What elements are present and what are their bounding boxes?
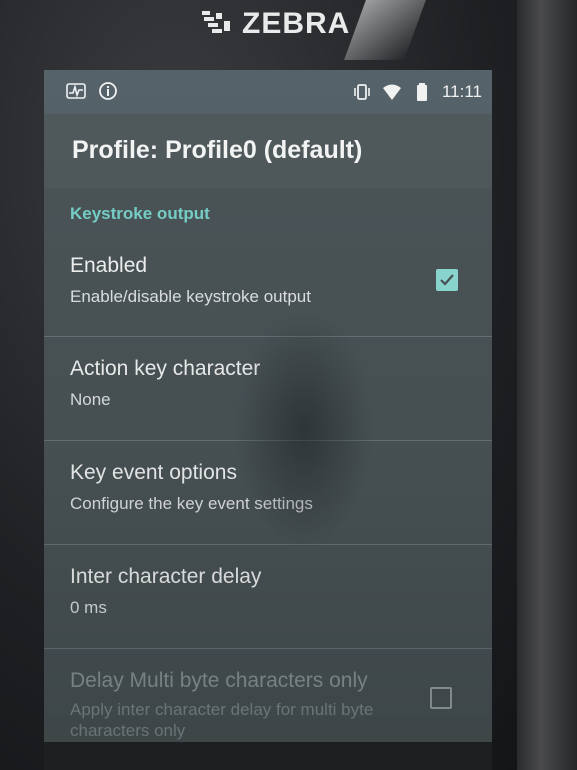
battery-icon bbox=[416, 83, 427, 101]
pulse-icon bbox=[66, 83, 86, 99]
brand-name: ZEBRA bbox=[242, 7, 351, 40]
action-bar: Profile: Profile0 (default) bbox=[44, 114, 492, 188]
category-label: Keystroke output bbox=[70, 204, 210, 223]
category-header: Keystroke output bbox=[44, 188, 492, 234]
pref-title: Key event options bbox=[70, 461, 237, 484]
device-bezel bbox=[517, 0, 577, 770]
pref-summary: Apply inter character delay for multi by… bbox=[70, 700, 374, 740]
status-bar: 11:11 bbox=[44, 70, 492, 114]
pref-title: Enabled bbox=[70, 254, 148, 277]
pref-title: Action key character bbox=[70, 357, 261, 380]
pref-delay-multibyte: Delay Multi byte characters only Apply i… bbox=[44, 649, 492, 742]
pref-key-event-options[interactable]: Key event options Configure the key even… bbox=[44, 441, 492, 545]
pref-inter-character-delay[interactable]: Inter character delay 0 ms bbox=[44, 545, 492, 649]
pref-action-key-character[interactable]: Action key character None bbox=[44, 337, 492, 441]
pref-enabled[interactable]: Enabled Enable/disable keystroke output bbox=[44, 234, 492, 337]
pref-summary: None bbox=[70, 390, 111, 409]
pref-summary: Enable/disable keystroke output bbox=[70, 287, 311, 306]
checkmark-icon bbox=[440, 274, 454, 286]
info-icon bbox=[99, 82, 117, 100]
zebra-logo-icon bbox=[202, 11, 230, 33]
pref-title: Inter character delay bbox=[70, 565, 262, 588]
nav-bar bbox=[44, 742, 492, 770]
vibrate-icon bbox=[354, 84, 370, 100]
enabled-checkbox[interactable] bbox=[436, 269, 458, 291]
brand-logo: ZEBRA bbox=[200, 4, 350, 44]
pref-summary: 0 ms bbox=[70, 598, 107, 617]
page-title: Profile: Profile0 (default) bbox=[72, 136, 363, 164]
delay-multibyte-checkbox bbox=[430, 687, 452, 709]
pref-summary: Configure the key event settings bbox=[70, 494, 313, 513]
wifi-icon bbox=[382, 84, 401, 100]
pref-title: Delay Multi byte characters only bbox=[70, 669, 368, 692]
status-time: 11:11 bbox=[441, 82, 482, 101]
device-screen: 11:11 Profile: Profile0 (default) Keystr… bbox=[44, 70, 492, 742]
preference-list: Keystroke output Enabled Enable/disable … bbox=[44, 188, 492, 742]
